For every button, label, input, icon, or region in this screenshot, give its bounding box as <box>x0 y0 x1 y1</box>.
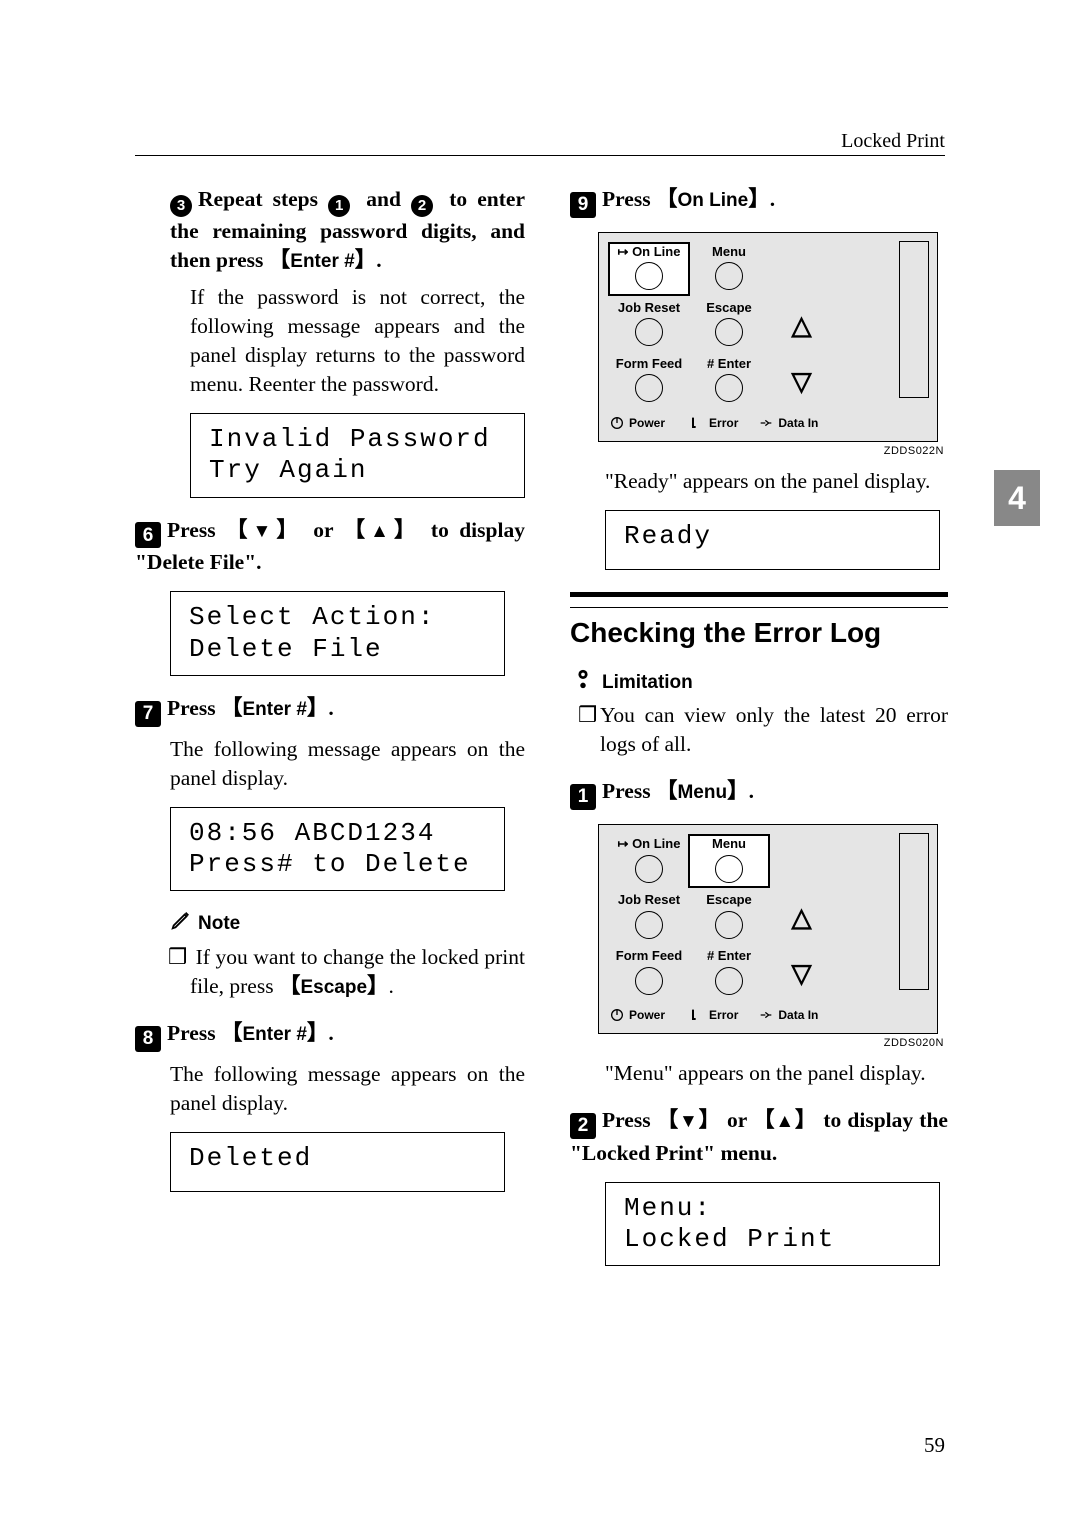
btn-escape2: Escape <box>689 891 769 943</box>
step-9-body: "Ready" appears on the panel display. <box>570 467 948 496</box>
pencil-icon <box>170 909 192 939</box>
note-header: Note <box>170 909 525 939</box>
btn-online2: ↦ On Line <box>609 835 689 887</box>
key-down2: ▼ <box>679 1111 699 1132</box>
panel-screen <box>899 241 929 398</box>
key-enter-7: Enter # <box>242 699 306 720</box>
btn-formfeed: Form Feed <box>609 355 689 407</box>
btn-formfeed2: Form Feed <box>609 947 689 999</box>
ind-error: Error <box>689 415 738 431</box>
key-down: ▼ <box>253 521 277 542</box>
key-up: ▲ <box>370 521 394 542</box>
btn-down: ▽ <box>769 368 834 395</box>
ind-datain: Data In <box>758 415 818 431</box>
numball-2: 2 <box>570 1113 596 1139</box>
panel-screen-2 <box>899 833 929 990</box>
lcd-menu-locked: Menu: Locked Print <box>605 1182 940 1266</box>
btn-jobreset2: Job Reset <box>609 891 689 943</box>
numball-1: 1 <box>570 784 596 810</box>
btn-up: △ <box>769 312 834 339</box>
note-body: If you want to change the locked print f… <box>135 943 525 1001</box>
left-column: 3Repeat steps 1 and 2 to enter the remai… <box>135 185 525 1413</box>
step-1-body: "Menu" appears on the panel display. <box>570 1059 948 1088</box>
numball-6: 6 <box>135 522 161 548</box>
btn-menu2: Menu <box>689 835 769 887</box>
btn-menu: Menu <box>689 243 769 295</box>
key-up2: ▲ <box>775 1111 795 1132</box>
panel-menu: ↦ On Line Menu Job Reset Escape △ Form F… <box>598 824 948 1051</box>
step-7-body: The following message appears on the pan… <box>135 735 525 793</box>
numball-1-ref: 1 <box>328 195 350 217</box>
key-escape: Escape <box>300 977 367 998</box>
lcd-deleted: Deleted <box>170 1132 505 1192</box>
step-1: 1Press 【Menu】. <box>570 777 948 810</box>
ind-power2: Power <box>609 1007 665 1023</box>
btn-enter2: # Enter <box>689 947 769 999</box>
panel-caption-1: ZDDS022N <box>598 444 948 459</box>
key-enter-8: Enter # <box>242 1024 306 1045</box>
limitation-header: Limitation <box>572 668 948 698</box>
lcd-press-delete: 08:56 ABCD1234Press# to Delete <box>170 807 505 891</box>
limitation-body: You can view only the latest 20 error lo… <box>570 701 948 759</box>
lcd-select-action: Select Action:Delete File <box>170 591 505 675</box>
numball-7: 7 <box>135 701 161 727</box>
limitation-icon <box>572 668 594 698</box>
step-7: 7Press 【Enter #】. <box>135 694 525 727</box>
btn-up2: △ <box>769 904 834 931</box>
step-6: 6Press 【▼】 or 【▲】 to display "Delete Fil… <box>135 516 525 578</box>
substep-3-body: If the password is not correct, the foll… <box>135 283 525 399</box>
numball-3: 3 <box>170 195 192 217</box>
btn-escape: Escape <box>689 299 769 351</box>
step-9: 9Press 【On Line】. <box>570 185 948 218</box>
ind-power: Power <box>609 415 665 431</box>
panel-caption-2: ZDDS020N <box>598 1036 948 1051</box>
step-8-body: The following message appears on the pan… <box>135 1060 525 1118</box>
btn-jobreset: Job Reset <box>609 299 689 351</box>
btn-online: ↦ On Line <box>609 243 689 295</box>
key-online: On Line <box>677 190 748 211</box>
ind-datain2: Data In <box>758 1007 818 1023</box>
right-column: 9Press 【On Line】. ↦ On Line Menu Job Res… <box>570 185 948 1413</box>
step-2: 2Press 【▼】 or 【▲】 to display the "Locked… <box>570 1106 948 1168</box>
substep-3: 3Repeat steps 1 and 2 to enter the remai… <box>135 185 525 275</box>
key-enter: Enter # <box>290 251 354 272</box>
step-8: 8Press 【Enter #】. <box>135 1019 525 1052</box>
lcd-invalid: Invalid PasswordTry Again <box>190 413 525 497</box>
chapter-tab: 4 <box>994 470 1040 526</box>
section-rule <box>570 592 948 608</box>
lcd-ready: Ready <box>605 510 940 570</box>
header-section: Locked Print <box>841 130 945 153</box>
header-rule <box>135 155 945 156</box>
ind-error2: Error <box>689 1007 738 1023</box>
panel-online: ↦ On Line Menu Job Reset Escape △ Form F… <box>598 232 948 459</box>
numball-2-ref: 2 <box>411 195 433 217</box>
page-number: 59 <box>924 1433 945 1458</box>
key-menu: Menu <box>677 782 727 803</box>
section-heading: Checking the Error Log <box>570 614 948 652</box>
btn-enter: # Enter <box>689 355 769 407</box>
numball-9: 9 <box>570 192 596 218</box>
numball-8: 8 <box>135 1026 161 1052</box>
btn-down2: ▽ <box>769 960 834 987</box>
